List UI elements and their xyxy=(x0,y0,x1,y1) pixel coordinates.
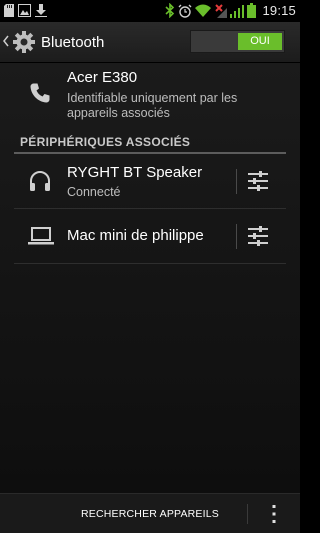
scan-devices-button[interactable]: RECHERCHER APPAREILS xyxy=(60,494,240,533)
image-icon xyxy=(18,4,31,17)
row-divider xyxy=(14,263,286,264)
paired-device-row[interactable]: Mac mini de philippe xyxy=(14,209,286,264)
clock-time: 19:15 xyxy=(262,3,296,18)
settings-gear-icon[interactable] xyxy=(12,30,36,54)
bluetooth-settings-list: Acer E380 Identifiable uniquement par le… xyxy=(0,63,300,493)
wifi-icon xyxy=(195,4,212,17)
paired-device-name: Mac mini de philippe xyxy=(67,227,204,244)
paired-device-row[interactable]: RYGHT BT Speaker Connecté xyxy=(14,154,286,209)
alarm-icon xyxy=(178,4,192,18)
bluetooth-toggle[interactable]: OUI xyxy=(190,30,285,53)
bottom-bar-divider xyxy=(247,504,248,524)
device-name: Acer E380 xyxy=(67,69,138,86)
bottom-action-bar: RECHERCHER APPAREILS xyxy=(0,493,300,533)
overflow-menu-icon[interactable] xyxy=(264,503,284,525)
action-bar: Bluetooth OUI xyxy=(0,22,300,63)
device-settings-icon[interactable] xyxy=(246,169,270,193)
phone-icon xyxy=(30,83,50,103)
battery-icon xyxy=(247,3,257,18)
chevron-left-icon[interactable] xyxy=(3,35,9,47)
bluetooth-icon xyxy=(165,3,175,18)
paired-section-header: PÉRIPHÉRIQUES ASSOCIÉS xyxy=(20,135,191,149)
this-device-row[interactable]: Acer E380 Identifiable uniquement par le… xyxy=(0,63,300,128)
device-visibility: Identifiable uniquement par les appareil… xyxy=(67,91,238,120)
device-settings-icon[interactable] xyxy=(246,224,270,248)
paired-device-name: RYGHT BT Speaker xyxy=(67,164,203,181)
vertical-divider xyxy=(236,169,237,194)
signal-bars-icon xyxy=(230,4,245,18)
sd-card-icon xyxy=(4,4,14,17)
headphones-icon xyxy=(30,171,50,191)
status-bar: 19:15 xyxy=(0,0,300,22)
download-icon xyxy=(35,4,47,17)
laptop-icon xyxy=(28,227,54,245)
no-signal-icon xyxy=(215,4,228,18)
toggle-on-label: OUI xyxy=(238,33,282,50)
paired-device-status: Connecté xyxy=(67,185,121,199)
page-title: Bluetooth xyxy=(41,34,105,51)
vertical-divider xyxy=(236,224,237,249)
